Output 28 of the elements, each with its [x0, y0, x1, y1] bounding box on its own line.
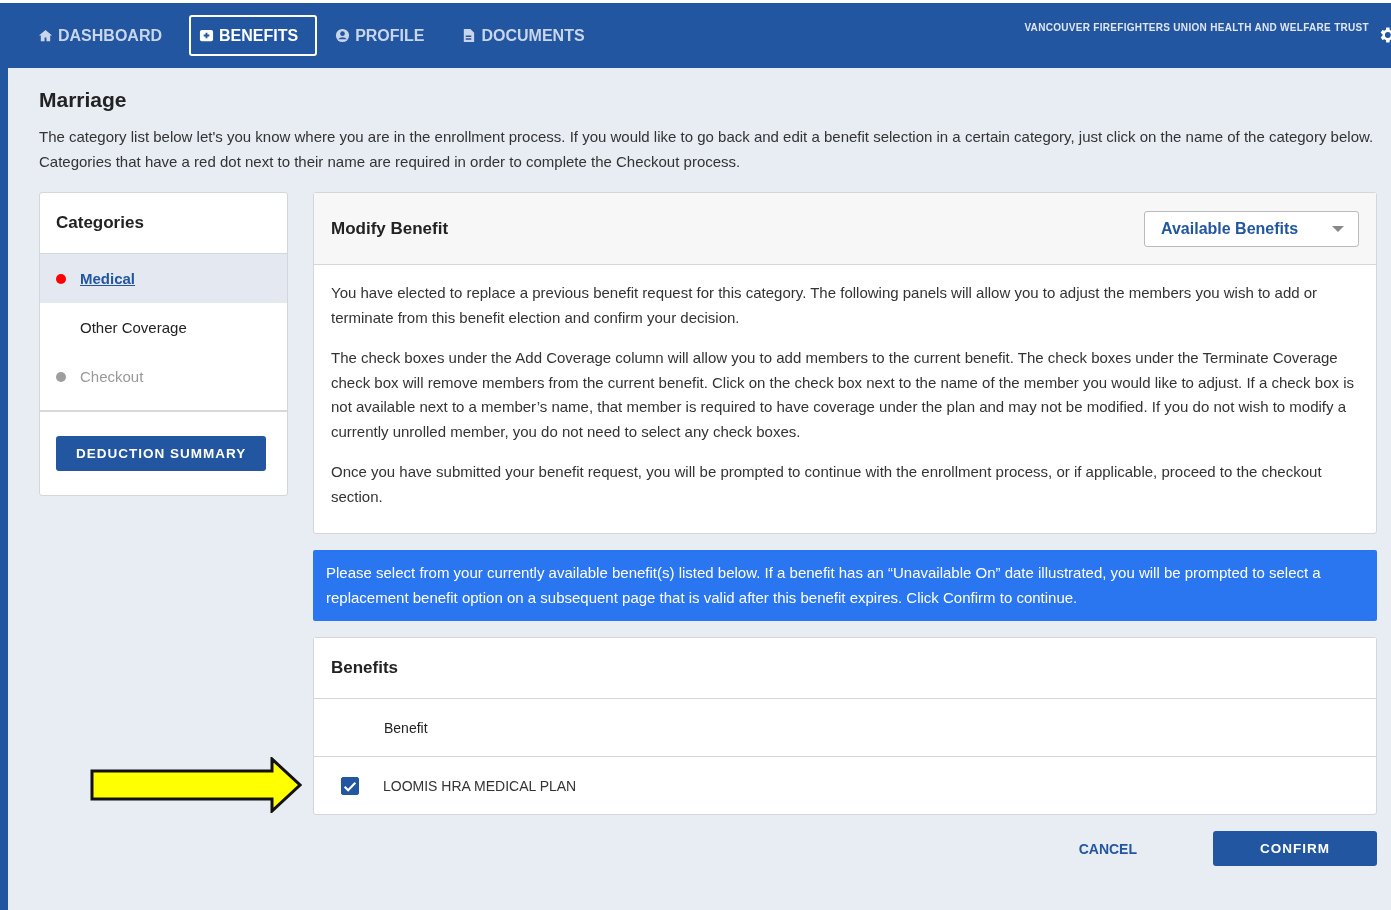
document-icon: [461, 28, 477, 43]
page-title: Marriage: [39, 88, 128, 112]
nav-tab[interactable]: DASHBOARD: [28, 15, 181, 56]
table-cell: LOOMIS HRA MEDICAL PLAN: [383, 777, 577, 794]
organization-name: VANCOUVER FIREFIGHTERS UNION HEALTH AND WELFARE TRUST: [1024, 22, 1369, 33]
nav-tab[interactable]: PROFILE: [325, 15, 444, 56]
checkbox[interactable]: [341, 776, 359, 795]
paragraph: The check boxes under the Add Coverage column will allow you to add members to the current benefit. The check boxes under the Terminate Coverage check box will remove members from the current benefit. Click on the check box next to the name of the member you would like to adjust. If a check box is not available next to a member’s name, that member is required to have coverage under the plan and may not be modified. If you do not wish to modify a currently unrolled member, you do not need to select any check boxes.: [331, 348, 1355, 442]
info-banner: Please select from your currently available benefit(s) listed below. If a benefit has an “Unavailable On” date illustrated, you will be prompted to select a replacement benefit option on a subsequent page that is valid after this benefit expires. Click Confirm to continue.: [313, 550, 1377, 621]
category-item[interactable]: Medical: [40, 254, 287, 303]
user-icon: [335, 28, 351, 43]
home-icon: [38, 28, 53, 43]
panel-title: Categories: [56, 213, 144, 233]
plus-icon: [199, 28, 214, 43]
paragraph: You have elected to replace a previous benefit request for this category. The following panels will allow you to adjust the members you wish to add or terminate from this benefit election and confirm your decision.: [331, 283, 1319, 328]
nav-tab[interactable]: BENEFITS: [189, 15, 318, 56]
intro-text: The category list below let's you know where you are in the enrollment process. If you would like to go back and edit a benefit selection in a certain category, just click on the name of the category below. Categories that have a red dot next to their name are required in order to complete the Checkout process.: [39, 127, 1375, 172]
caret-icon: [1332, 225, 1344, 232]
available-benefits-dropdown[interactable]: Available Benefits: [1144, 210, 1359, 247]
confirm-button[interactable]: CONFIRM: [1213, 831, 1377, 866]
column-header: Benefit: [384, 719, 428, 736]
nav-tab[interactable]: DOCUMENTS: [451, 15, 604, 56]
panel-title: Modify Benefit: [331, 218, 449, 239]
panel-title: Benefits: [331, 658, 399, 678]
category-item[interactable]: Other Coverage: [40, 303, 287, 352]
deduction-summary-button[interactable]: DEDUCTION SUMMARY: [56, 436, 267, 471]
cancel-button[interactable]: CANCEL: [1072, 839, 1143, 858]
paragraph: Once you have submitted your benefit request, you will be prompted to continue with the enrollment process, or if applicable, proceed to the checkout section.: [331, 462, 1323, 507]
